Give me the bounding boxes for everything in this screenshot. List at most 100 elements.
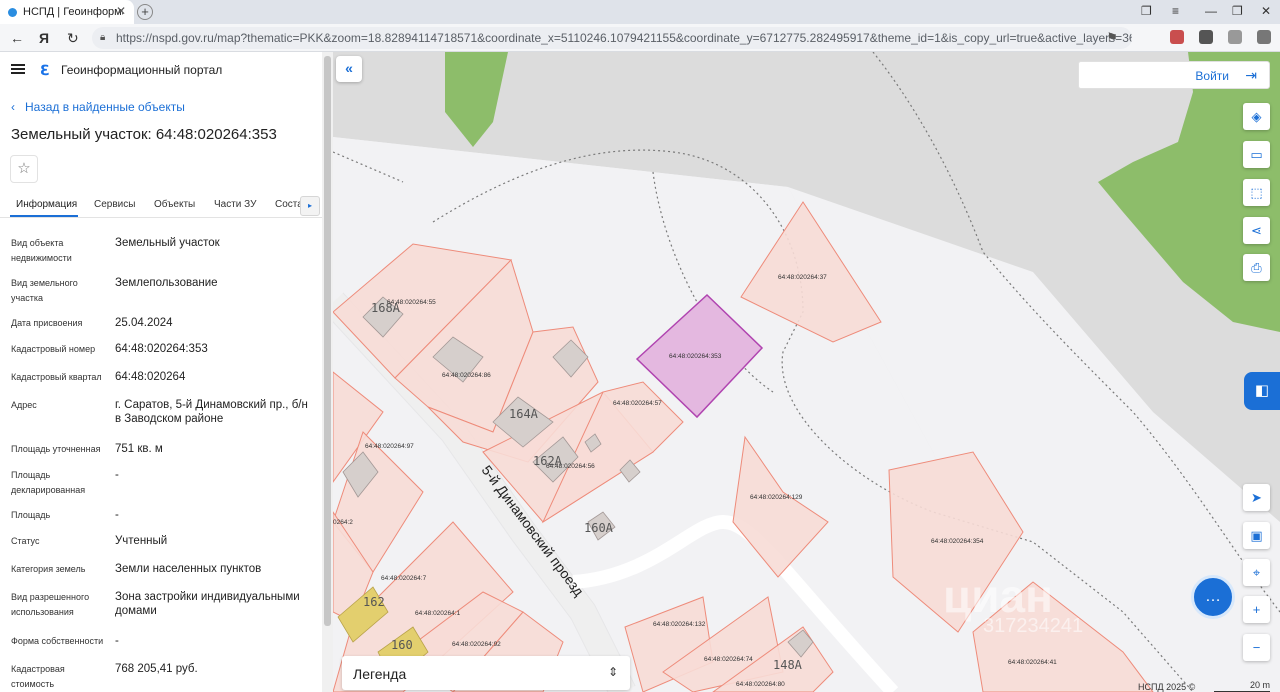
row-value: Землепользование bbox=[115, 277, 218, 289]
row-label: Площадь декларированная bbox=[11, 470, 86, 495]
bookmark-icon[interactable]: ⚑ bbox=[1106, 30, 1118, 46]
collapse-panel-button[interactable]: « bbox=[336, 56, 362, 82]
parcel-label: 64:48:020264:1 bbox=[415, 610, 461, 617]
chat-button[interactable]: … bbox=[1191, 575, 1235, 619]
portal-title: Геоинформационный портал bbox=[61, 63, 223, 77]
house-number: 148А bbox=[773, 658, 803, 672]
extension-icon[interactable] bbox=[1199, 30, 1213, 44]
layers-button[interactable]: ◈ bbox=[1243, 103, 1270, 130]
parcel-label: 64:48:020264:74 bbox=[704, 656, 753, 663]
tab-land-parts[interactable]: Части ЗУ bbox=[214, 199, 256, 210]
tab-objects[interactable]: Объекты bbox=[154, 199, 195, 210]
print-button[interactable]: ⎙ bbox=[1243, 254, 1270, 281]
ruler-button[interactable]: ▭ bbox=[1243, 141, 1270, 168]
map-svg: 64:48:020264:55 64:48:020264:86 64:48:02… bbox=[333, 52, 1280, 692]
side-widget-button[interactable]: ◧ bbox=[1244, 372, 1280, 410]
parcel-label: 64:48:020264:354 bbox=[931, 538, 984, 545]
widget-icon: ◧ bbox=[1254, 382, 1270, 399]
zoom-in-button[interactable]: + bbox=[1243, 596, 1270, 623]
double-chevron-left-icon: « bbox=[345, 60, 353, 76]
geolocation-button[interactable]: ➤ bbox=[1243, 484, 1270, 511]
downloads-icon[interactable] bbox=[1257, 30, 1271, 44]
row-label: Вид разрешенного использования bbox=[11, 592, 90, 617]
minimap-button[interactable]: ▣ bbox=[1243, 522, 1270, 549]
restore-icon[interactable]: ❐ bbox=[1232, 4, 1243, 18]
yandex-icon[interactable]: Я bbox=[39, 30, 49, 46]
parcel-label: 64:48:020264:7 bbox=[381, 575, 427, 582]
row-label: Адрес bbox=[11, 400, 37, 410]
minimize-icon[interactable]: — bbox=[1205, 4, 1217, 18]
row-label: Вид объекта недвижимости bbox=[11, 238, 72, 263]
login-button[interactable]: Войти ⇥ bbox=[1078, 61, 1270, 89]
minus-icon: − bbox=[1252, 640, 1261, 655]
row-label: Дата присвоения bbox=[11, 318, 83, 328]
map-attribution: НСПД 2025 © bbox=[1138, 682, 1196, 692]
row-value: 25.04.2024 bbox=[115, 317, 173, 329]
tab-composition[interactable]: Соста bbox=[275, 199, 303, 210]
extension-icon[interactable] bbox=[1170, 30, 1184, 44]
share-button[interactable]: ⋖ bbox=[1243, 217, 1270, 244]
row-value: 751 кв. м bbox=[115, 443, 163, 455]
ruler-icon: ▭ bbox=[1250, 147, 1263, 162]
area-select-button[interactable]: ⬚ bbox=[1243, 179, 1270, 206]
scale-bar: 20 m bbox=[1214, 680, 1270, 692]
map-canvas[interactable]: 64:48:020264:55 64:48:020264:86 64:48:02… bbox=[333, 52, 1280, 692]
tabs-scroll-right-button[interactable]: ▸ bbox=[300, 196, 320, 216]
scrollbar-thumb[interactable] bbox=[324, 56, 331, 626]
house-number: 162А bbox=[533, 454, 563, 468]
row-label: Площадь уточненная bbox=[11, 444, 101, 454]
url-field[interactable]: 🔒︎ https://nspd.gov.ru/map?thematic=PKK&… bbox=[92, 27, 1132, 49]
parcel-label: 0264:2 bbox=[333, 519, 353, 526]
area-select-icon: ⬚ bbox=[1250, 185, 1263, 200]
new-tab-button[interactable]: + bbox=[137, 4, 153, 20]
legend-dropdown[interactable]: Легенда ⇕ bbox=[342, 656, 630, 690]
favorite-star-button[interactable]: ☆ bbox=[10, 155, 38, 183]
location-search-button[interactable]: ⌖ bbox=[1243, 559, 1270, 586]
favicon-icon bbox=[8, 7, 17, 17]
active-tab-indicator bbox=[10, 215, 78, 217]
back-to-results-link[interactable]: ‹ Назад в найденные объекты bbox=[11, 100, 185, 114]
row-value: 64:48:020264 bbox=[115, 371, 186, 383]
close-tab-icon[interactable]: ✕ bbox=[116, 4, 126, 18]
plus-icon: + bbox=[1252, 602, 1261, 617]
back-arrow-icon[interactable]: ← bbox=[10, 30, 24, 46]
house-number: 168А bbox=[371, 301, 401, 315]
menu-icon[interactable]: ≡ bbox=[1172, 4, 1179, 18]
row-value: Учтенный bbox=[115, 535, 168, 547]
legend-label: Легенда bbox=[353, 666, 407, 682]
location-pin-icon: ⌖ bbox=[1252, 565, 1261, 580]
house-number: 162 bbox=[363, 595, 385, 609]
portal-logo-icon[interactable]: ℇ bbox=[40, 62, 49, 79]
page-title: Земельный участок: 64:48:020264:353 bbox=[11, 126, 277, 143]
navigation-arrow-icon: ➤ bbox=[1251, 490, 1262, 505]
house-number: 160А bbox=[584, 521, 614, 535]
row-label: Форма собственности bbox=[11, 636, 104, 646]
zoom-out-button[interactable]: − bbox=[1243, 634, 1270, 661]
expand-icon: ⇕ bbox=[607, 665, 618, 679]
row-label: Статус bbox=[11, 536, 40, 546]
tab-services[interactable]: Сервисы bbox=[94, 199, 135, 210]
address-bar: ← Я ↻ 🔒︎ https://nspd.gov.ru/map?themati… bbox=[0, 24, 1280, 52]
url-text: https://nspd.gov.ru/map?thematic=PKK&zoo… bbox=[116, 31, 1132, 45]
panel-scrollbar[interactable] bbox=[322, 52, 333, 692]
row-value: Земельный участок bbox=[115, 237, 220, 249]
parcel-label: 64:48:020264:80 bbox=[736, 681, 785, 688]
tabs-icon[interactable]: ❐ bbox=[1141, 4, 1152, 18]
parcel-label: 64:48:020264:129 bbox=[750, 494, 803, 501]
row-label: Категория земель bbox=[11, 564, 86, 574]
browser-tab[interactable]: НСПД | Геоинформаци ✕ bbox=[0, 0, 134, 24]
row-label: Вид земельного участка bbox=[11, 278, 78, 303]
extension-icon[interactable] bbox=[1228, 30, 1242, 44]
star-icon: ☆ bbox=[17, 160, 31, 177]
browser-tab-title: НСПД | Геоинформаци bbox=[23, 6, 123, 18]
tab-information[interactable]: Информация bbox=[16, 199, 77, 210]
row-value: Зона застройки индивидуальными домами bbox=[115, 591, 300, 617]
reload-icon[interactable]: ↻ bbox=[67, 30, 79, 47]
row-value: 768 205,41 руб. bbox=[115, 663, 198, 675]
login-label: Войти bbox=[1195, 69, 1229, 83]
row-label: Кадастровый номер bbox=[11, 344, 96, 354]
close-window-icon[interactable]: ✕ bbox=[1261, 4, 1271, 18]
back-link-label: Назад в найденные объекты bbox=[25, 100, 185, 114]
row-value: - bbox=[115, 469, 119, 481]
hamburger-menu-icon[interactable] bbox=[11, 64, 25, 74]
